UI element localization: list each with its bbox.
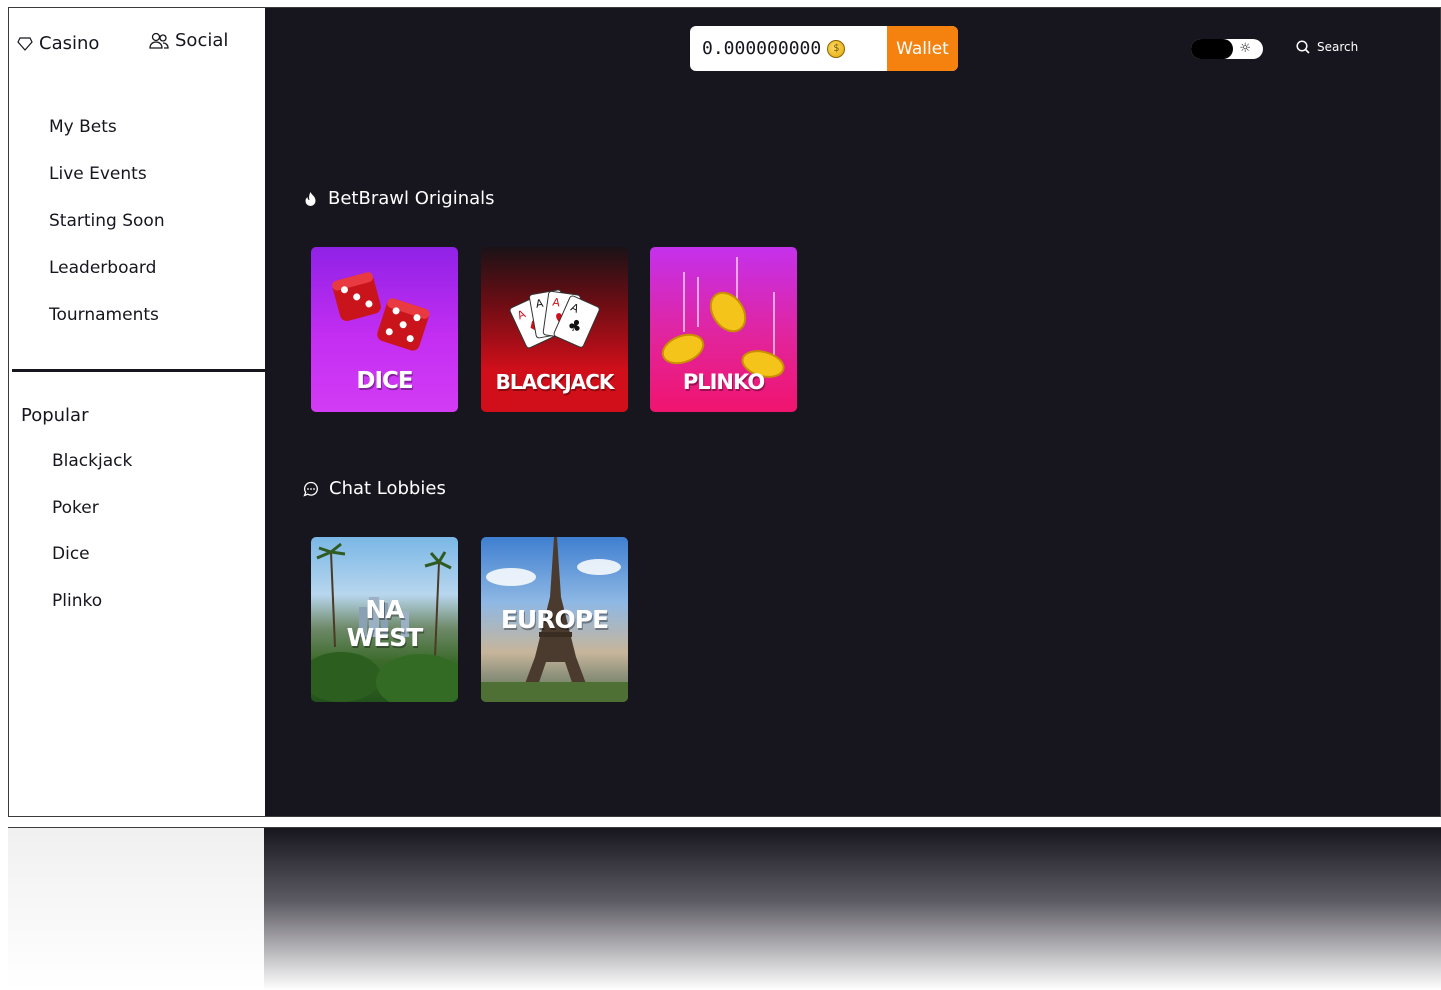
app-window: Casino Social My Bets Live Events Starti… — [8, 7, 1441, 817]
top-nav: Casino Social — [9, 30, 265, 58]
casino-tab[interactable]: Casino — [17, 33, 99, 54]
lobby-tile-na-west[interactable]: NA WEST — [311, 537, 458, 702]
lobby-label-line-west: WEST — [346, 623, 424, 652]
game-tile-dice-label: DICE — [356, 368, 413, 394]
game-tile-blackjack-label: BLACKJACK — [495, 370, 615, 394]
toggle-knob — [1191, 39, 1233, 59]
lobby-tile-na-west-label: NA WEST — [311, 596, 458, 652]
users-icon — [149, 32, 169, 49]
search-label: Search — [1317, 40, 1359, 54]
sun-icon: ☼ — [1239, 41, 1251, 56]
coin-icon: $ — [827, 39, 846, 58]
playing-cards-icon: A♦ A♠ A♥ A♣ — [509, 289, 600, 349]
wallet-widget: 0.000000000 $ Wallet — [690, 26, 958, 71]
social-tab[interactable]: Social — [149, 30, 228, 51]
menu-item-live-events[interactable]: Live Events — [49, 164, 147, 184]
social-tab-label: Social — [175, 30, 229, 51]
popular-heading: Popular — [21, 405, 89, 426]
popular-item-blackjack[interactable]: Blackjack — [52, 451, 132, 471]
search-button[interactable]: Search — [1296, 40, 1358, 54]
casino-tab-label: Casino — [39, 33, 100, 54]
lobby-tile-europe[interactable]: EUROPE — [481, 537, 628, 702]
wallet-button[interactable]: Wallet — [887, 26, 958, 71]
lobby-tile-europe-label: EUROPE — [500, 605, 609, 634]
theme-toggle[interactable]: ☼ — [1191, 39, 1263, 59]
popular-item-poker[interactable]: Poker — [52, 498, 99, 518]
game-tile-plinko[interactable]: PLINKO — [650, 247, 797, 412]
chat-icon — [303, 481, 318, 497]
popular-item-plinko[interactable]: Plinko — [52, 591, 102, 611]
menu-item-tournaments[interactable]: Tournaments — [49, 305, 159, 325]
originals-title: BetBrawl Originals — [328, 188, 495, 209]
balance-display: 0.000000000 $ — [702, 38, 846, 59]
reflection-sidebar — [8, 828, 264, 990]
search-icon — [1296, 40, 1310, 54]
sidebar-divider — [12, 369, 265, 372]
lobbies-heading: Chat Lobbies — [303, 478, 446, 499]
main-content: 0.000000000 $ Wallet ☼ Search BetBrawl O… — [265, 8, 1440, 816]
lobby-label-line-na: NA — [365, 595, 404, 624]
diamond-icon — [17, 36, 33, 51]
game-tile-plinko-label: PLINKO — [682, 370, 765, 394]
balance-value: 0.000000000 — [702, 38, 822, 59]
lobbies-title: Chat Lobbies — [329, 478, 446, 499]
menu-item-starting-soon[interactable]: Starting Soon — [49, 211, 165, 231]
reflection-main — [264, 828, 1441, 990]
fire-icon — [305, 191, 316, 206]
menu-item-leaderboard[interactable]: Leaderboard — [49, 258, 156, 278]
dice-icon — [332, 272, 430, 351]
popular-item-dice[interactable]: Dice — [52, 544, 90, 564]
originals-heading: BetBrawl Originals — [303, 188, 495, 209]
menu-item-my-bets[interactable]: My Bets — [49, 117, 117, 137]
coins-icon — [661, 257, 785, 378]
game-tile-blackjack[interactable]: A♦ A♠ A♥ A♣ BLACKJACK — [481, 247, 628, 412]
sidebar: Casino Social My Bets Live Events Starti… — [9, 8, 265, 816]
game-tile-dice[interactable]: DICE — [311, 247, 458, 412]
window-reflection — [8, 827, 1441, 990]
